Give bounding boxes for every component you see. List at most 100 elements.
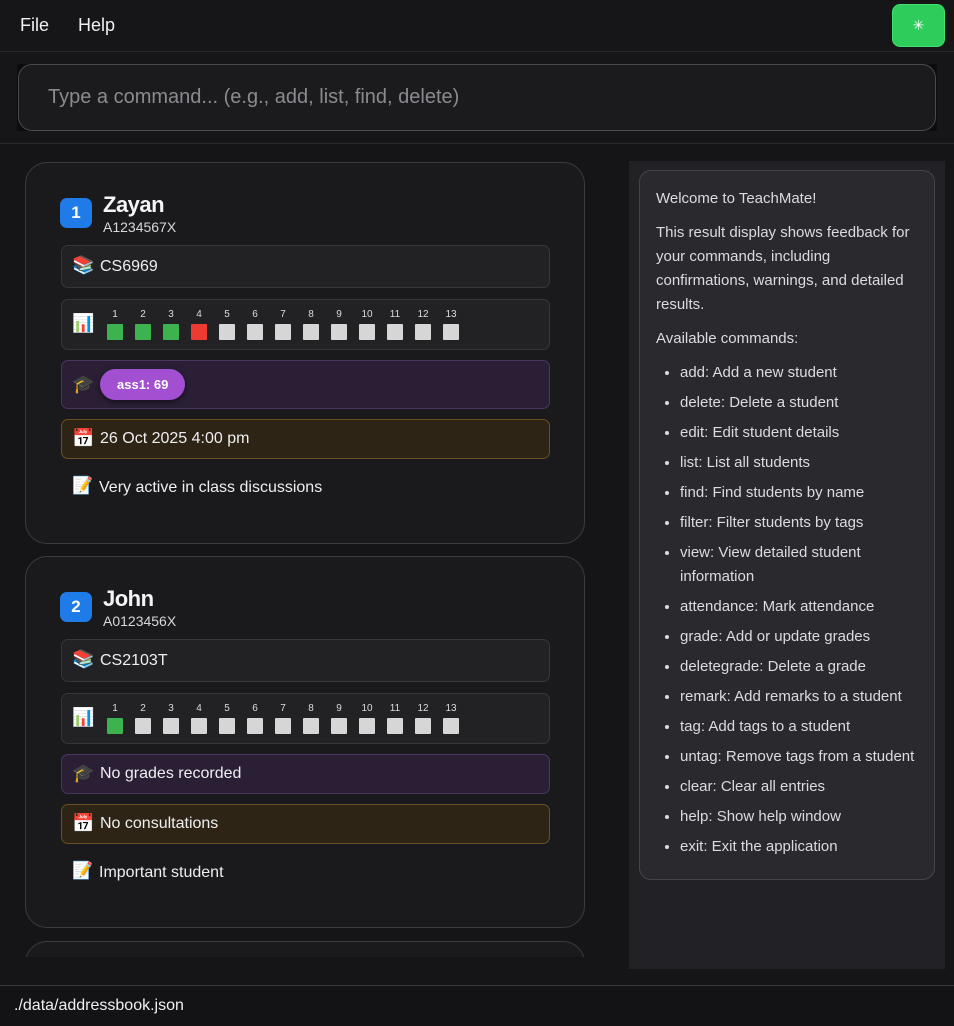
attendance-status-box [443,324,459,340]
attendance-week: 6 [246,309,264,340]
command-item: filter: Filter students by tags [680,511,918,535]
student-name: John [103,586,154,611]
consultation-text: No consultations [100,815,219,832]
attendance-status-box [135,324,151,340]
attendance-status-box [387,324,403,340]
student-list[interactable]: 1 Zayan A1234567X 📚 CS6969 📊 1 2 3 4 5 6 7 8 9 10… [0,145,615,957]
week-number: 1 [112,703,118,714]
graduation-cap-icon: 🎓 [72,763,95,783]
index-badge: 1 [60,198,92,228]
command-item: untag: Remove tags from a student [680,745,918,769]
attendance-week: 12 [414,309,432,340]
attendance-week: 10 [358,309,376,340]
books-icon: 📚 [72,255,95,275]
consultation-row: 📅 26 Oct 2025 4:00 pm [61,419,550,459]
status-bar: ./data/addressbook.json [0,985,954,1026]
grades-empty-text: No grades recorded [100,765,242,782]
attendance-status-box [247,324,263,340]
attendance-status-box [443,718,459,734]
command-item: list: List all students [680,451,918,475]
theme-toggle-button[interactable]: ✳ [892,4,945,47]
attendance-week: 11 [386,309,404,340]
command-input[interactable] [18,64,936,131]
result-commands-heading: Available commands: [656,330,799,347]
attendance-week: 3 [162,309,180,340]
command-item: clear: Clear all entries [680,775,918,799]
command-item: edit: Edit student details [680,421,918,445]
week-number: 11 [389,703,401,714]
attendance-status-box [415,718,431,734]
attendance-week: 12 [414,703,432,734]
result-welcome: Welcome to TeachMate! [656,190,817,207]
attendance-status-box [331,718,347,734]
student-card[interactable]: 2 John A0123456X 📚 CS2103T 📊 1 2 3 4 5 6 7 8 9 10… [25,556,585,928]
attendance-week: 13 [442,309,460,340]
command-item: attendance: Mark attendance [680,595,918,619]
remark-text: Very active in class discussions [99,479,323,496]
calendar-icon: 📅 [72,813,95,833]
attendance-week: 10 [358,703,376,734]
attendance-status-box [303,718,319,734]
menu-help[interactable]: Help [78,15,115,36]
week-number: 5 [224,309,230,320]
command-item: view: View detailed student information [680,541,918,589]
grades-row: 🎓 ass1: 69 [61,360,550,409]
attendance-status-box [387,718,403,734]
attendance-week: 4 [190,703,208,734]
week-number: 4 [196,309,202,320]
week-number: 3 [168,309,174,320]
attendance-week: 13 [442,703,460,734]
grade-pill[interactable]: ass1: 69 [100,369,186,400]
attendance-week: 3 [162,703,180,734]
command-item: add: Add a new student [680,361,918,385]
attendance-weeks: 1 2 3 4 5 6 7 8 9 10 11 12 13 [106,309,466,343]
week-number: 4 [196,703,202,714]
attendance-status-box [275,718,291,734]
week-number: 5 [224,703,230,714]
command-item: delete: Delete a student [680,391,918,415]
attendance-week: 8 [302,703,320,734]
attendance-week: 1 [106,309,124,340]
command-item: tag: Add tags to a student [680,715,918,739]
attendance-week: 9 [330,309,348,340]
attendance-week: 1 [106,703,124,734]
attendance-status-box [219,718,235,734]
attendance-status-box [107,718,123,734]
attendance-row: 📊 1 2 3 4 5 6 7 8 9 10 11 12 13 [61,693,550,744]
week-number: 1 [112,309,118,320]
command-item: grade: Add or update grades [680,625,918,649]
attendance-weeks: 1 2 3 4 5 6 7 8 9 10 11 12 13 [106,703,466,737]
grades-row: 🎓 No grades recorded [61,754,550,794]
result-intro: This result display shows feedback for y… [656,224,910,313]
attendance-status-box [163,718,179,734]
student-card[interactable] [25,941,585,957]
student-name: Zayan [103,192,165,217]
week-number: 11 [389,309,401,320]
attendance-row: 📊 1 2 3 4 5 6 7 8 9 10 11 12 13 [61,299,550,350]
week-number: 6 [252,703,258,714]
week-number: 9 [336,703,342,714]
bar-chart-icon: 📊 [72,707,95,727]
result-display: Welcome to TeachMate! This result displa… [639,170,935,880]
result-panel: Welcome to TeachMate! This result displa… [629,161,945,969]
week-number: 9 [336,309,342,320]
attendance-status-box [135,718,151,734]
graduation-cap-icon: 🎓 [72,374,95,394]
consultation-text: 26 Oct 2025 4:00 pm [100,430,250,447]
week-number: 12 [417,703,429,714]
attendance-week: 4 [190,309,208,340]
attendance-status-box [275,324,291,340]
week-number: 6 [252,309,258,320]
attendance-status-box [219,324,235,340]
sparkle-icon: ✳ [912,17,925,33]
attendance-week: 2 [134,703,152,734]
books-icon: 📚 [72,649,95,669]
week-number: 8 [308,703,314,714]
attendance-week: 8 [302,309,320,340]
menu-file[interactable]: File [20,15,49,36]
memo-icon: 📝 [72,476,94,495]
student-card[interactable]: 1 Zayan A1234567X 📚 CS6969 📊 1 2 3 4 5 6 7 8 9 10… [25,162,585,544]
command-item: help: Show help window [680,805,918,829]
attendance-status-box [359,324,375,340]
command-area [0,52,954,144]
